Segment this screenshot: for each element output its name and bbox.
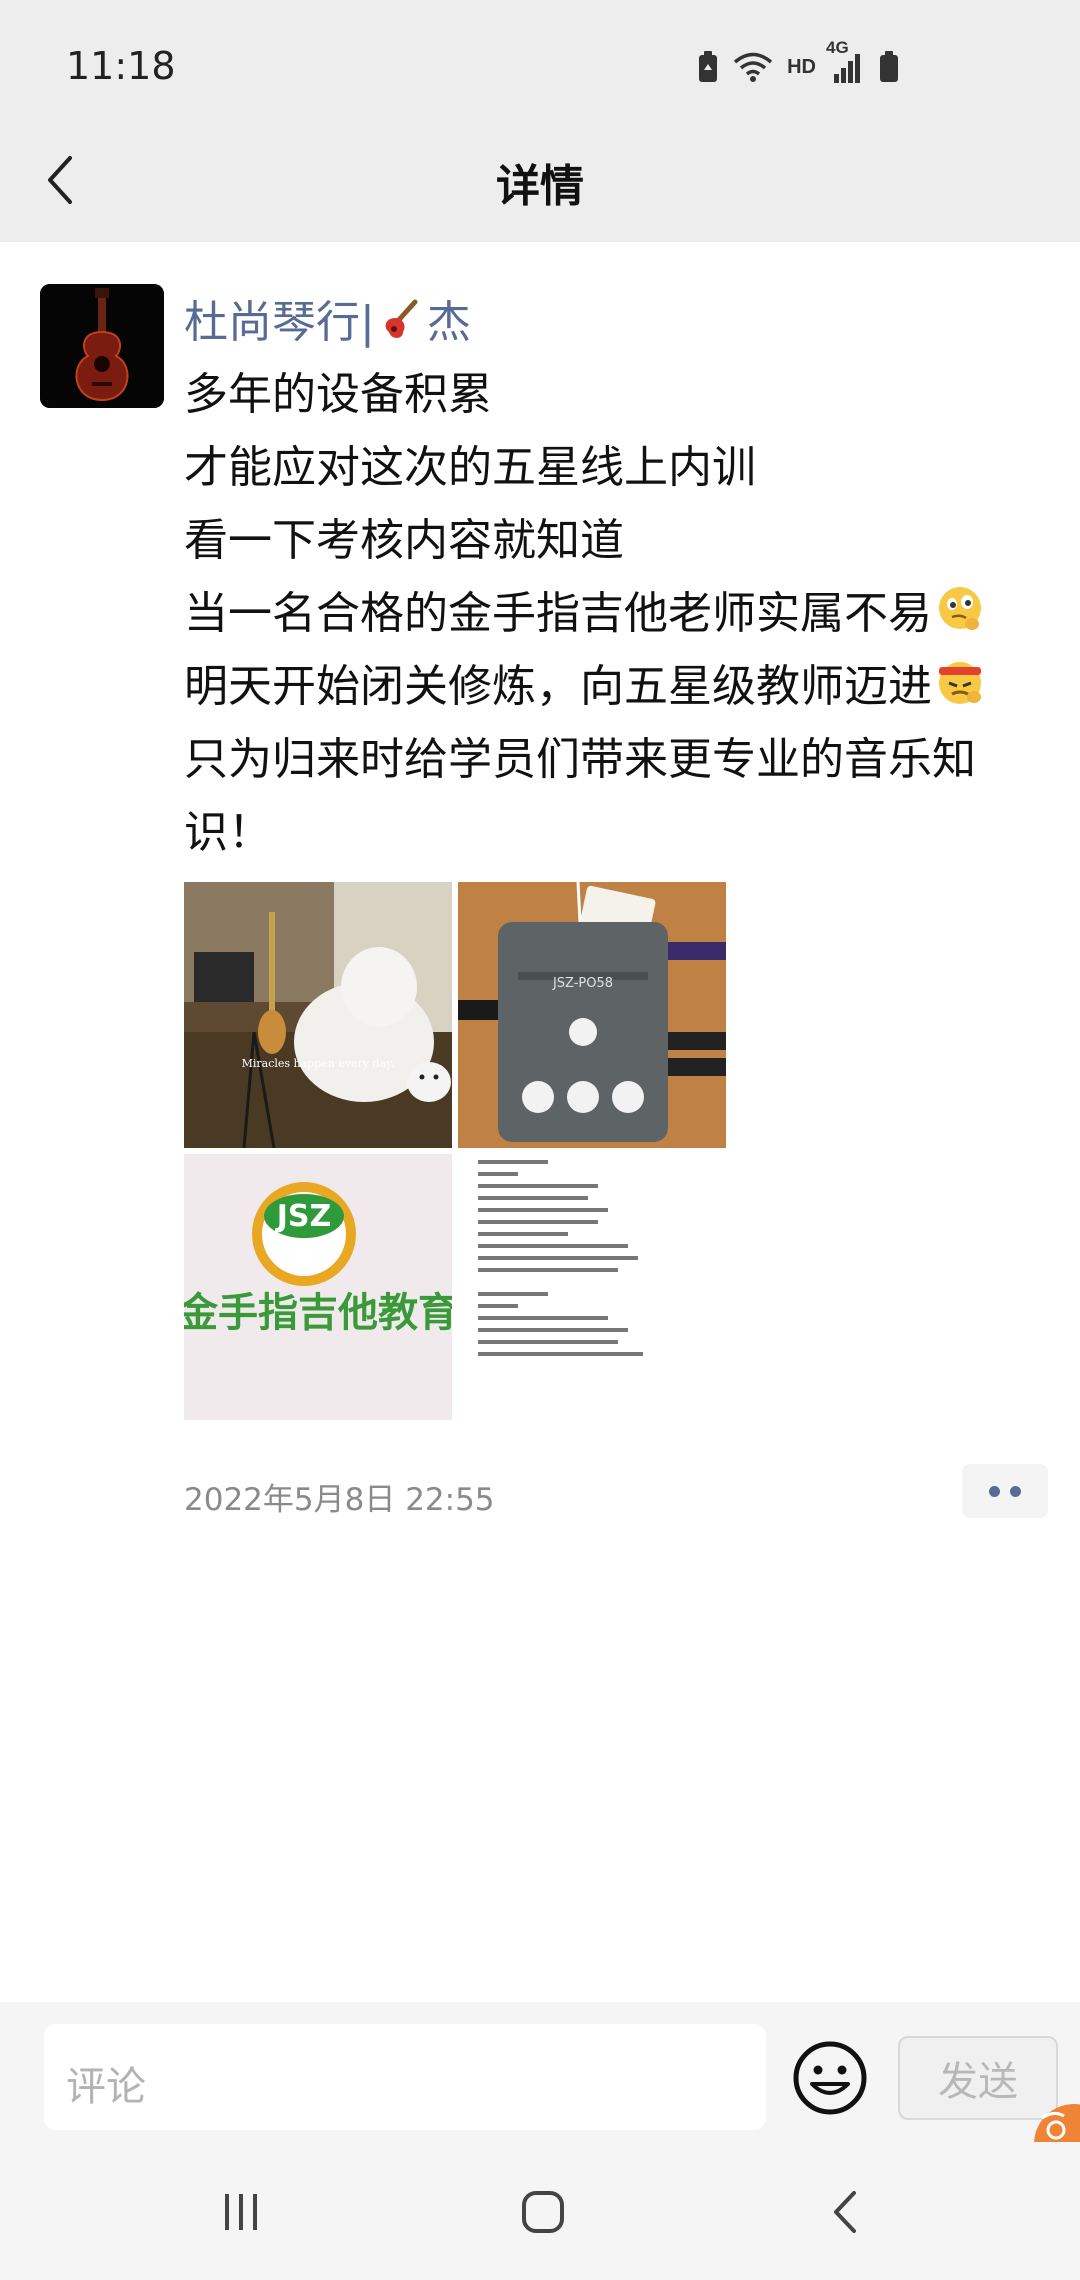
status-icons: HD 4G — [697, 38, 900, 84]
cellular-signal-icon: 4G — [826, 38, 864, 84]
post-line: 多年的设备积累 — [184, 369, 492, 420]
battery-saver-icon — [697, 50, 719, 84]
author-name[interactable]: 杜尚琴行| 杰 — [184, 286, 471, 353]
post-text: 多年的设备积累 才能应对这次的五星线上内训 看一下考核内容就知道 当一名合格的金… — [184, 358, 1004, 869]
thinking-face-emoji — [934, 584, 986, 636]
post-line-with-emoji: 明天开始闭关修炼，向五星级教师迈进 — [184, 650, 1004, 723]
studio-photo-caption: Miracles happen every day. — [242, 1057, 395, 1070]
page-title: 详情 — [496, 161, 584, 212]
back-icon[interactable] — [810, 2182, 880, 2242]
network-4g-label: 4G — [826, 38, 849, 57]
device-label: JSZ-PO58 — [552, 976, 613, 991]
nav-bar: 详情 — [0, 120, 1080, 242]
image-grid: Miracles happen every day. JSZ-PO58 JSZ … — [184, 882, 728, 1420]
sign-text: 金手指吉他教育 — [184, 1290, 452, 1336]
post-line: 识！ — [184, 807, 272, 858]
jsz-logo-photo[interactable]: JSZ 金手指吉他教育 — [184, 1154, 452, 1420]
post-line-with-emoji: 当一名合格的金手指吉他老师实属不易 — [184, 577, 1004, 650]
status-bar: 11:18 HD 4G — [0, 0, 1080, 140]
home-icon[interactable] — [508, 2182, 578, 2242]
author-name-prefix: 杜尚琴行| — [184, 297, 375, 348]
dot — [1010, 1485, 1021, 1497]
determined-face-emoji — [934, 657, 986, 709]
system-nav-bar — [0, 2142, 1080, 2280]
avatar[interactable] — [40, 284, 164, 408]
emoji-button[interactable] — [792, 2040, 868, 2116]
battery-icon — [878, 50, 900, 84]
comment-input[interactable]: 评论 — [44, 2024, 766, 2130]
post-line: 才能应对这次的五星线上内训 — [184, 442, 756, 493]
post-line: 当一名合格的金手指吉他老师实属不易 — [184, 588, 932, 639]
more-dots-icon[interactable] — [962, 1464, 1048, 1518]
post-line: 看一下考核内容就知道 — [184, 515, 624, 566]
status-time: 11:18 — [66, 44, 176, 88]
guitar-emoji — [379, 298, 423, 353]
post-line: 明天开始闭关修炼，向五星级教师迈进 — [184, 661, 932, 712]
post-timestamp: 2022年5月8日 22:55 — [184, 1482, 495, 1518]
studio-photo[interactable]: Miracles happen every day. — [184, 882, 452, 1148]
post-line: 只为归来时给学员们带来更专业的音乐知 — [184, 734, 976, 785]
dot — [989, 1485, 1000, 1497]
author-name-suffix: 杰 — [426, 297, 471, 348]
logo-text: JSZ — [275, 1199, 332, 1234]
smiley-icon — [793, 2041, 867, 2115]
audio-interface-photo[interactable]: JSZ-PO58 — [458, 882, 726, 1148]
comment-placeholder: 评论 — [66, 2064, 146, 2110]
recent-apps-icon[interactable] — [206, 2182, 276, 2242]
wifi-icon — [733, 51, 773, 83]
exam-content-photo[interactable] — [458, 1154, 726, 1420]
network-hd-label: HD — [787, 55, 816, 78]
comment-bar: 评论 发送 — [0, 2002, 1080, 2142]
